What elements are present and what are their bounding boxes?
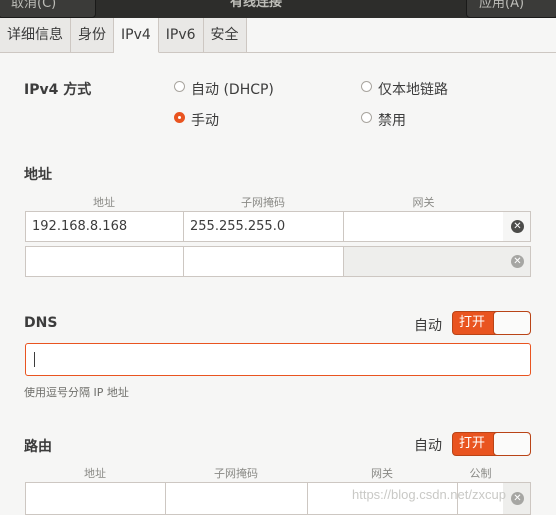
tab-security[interactable]: 安全: [203, 18, 247, 52]
cancel-button[interactable]: 取消(C): [0, 0, 96, 18]
radio-dhcp[interactable]: [174, 81, 185, 92]
switch-knob: [493, 312, 530, 334]
text-cursor: [34, 352, 35, 367]
radio-disable-label[interactable]: 禁用: [378, 110, 406, 130]
radio-manual[interactable]: [174, 112, 185, 123]
watermark: https://blog.csdn.net/zxcup: [352, 487, 506, 502]
gateway-col-header: 网关: [412, 196, 435, 209]
radio-link-local[interactable]: [361, 81, 372, 92]
header-bar: 取消(C) 有线连接 应用(A): [0, 0, 556, 18]
tab-ipv4[interactable]: IPv4: [114, 18, 159, 53]
tab-ipv6[interactable]: IPv6: [158, 18, 204, 52]
routes-auto-label: 自动: [414, 438, 442, 454]
dialog-title: 有线连接: [230, 0, 283, 10]
tab-details[interactable]: 详细信息: [0, 18, 71, 52]
netmask-col-header: 子网掩码: [241, 196, 285, 209]
address-row: 192.168.8.168 255.255.255.0: [25, 211, 504, 242]
netmask-input[interactable]: 255.255.255.0: [184, 212, 344, 241]
radio-dhcp-label[interactable]: 自动 (DHCP): [191, 79, 274, 99]
radio-disable[interactable]: [361, 112, 372, 123]
route-metric-col-header: 公制: [469, 467, 492, 480]
route-gateway-col-header: 网关: [371, 467, 393, 480]
radio-link-local-label[interactable]: 仅本地链路: [378, 79, 448, 99]
netmask-input[interactable]: [184, 247, 344, 276]
route-netmask-input[interactable]: [166, 483, 308, 514]
gateway-input[interactable]: [344, 247, 503, 276]
dns-auto-switch[interactable]: 打开: [452, 311, 531, 335]
delete-route-icon: ✕: [511, 492, 524, 505]
dns-auto-label: 自动: [414, 318, 442, 334]
ipv4-method-label: IPv4 方式: [24, 82, 92, 98]
routes-section-title: 路由: [24, 439, 52, 455]
address-col-header: 地址: [93, 196, 115, 209]
dns-hint: 使用逗号分隔 IP 地址: [24, 386, 129, 399]
route-address-input[interactable]: [26, 483, 166, 514]
dns-input[interactable]: [25, 343, 531, 376]
address-input[interactable]: 192.168.8.168: [26, 212, 184, 241]
delete-address-icon: ✕: [511, 255, 524, 268]
dns-section-title: DNS: [24, 315, 58, 331]
gateway-input[interactable]: [344, 212, 503, 241]
tab-bar: 详细信息 身份 IPv4 IPv6 安全: [0, 18, 556, 53]
route-address-col-header: 地址: [84, 467, 106, 480]
routes-auto-switch[interactable]: 打开: [452, 432, 531, 456]
routes-switch-on-label: 打开: [459, 436, 486, 451]
switch-knob: [493, 433, 530, 455]
route-netmask-col-header: 子网掩码: [214, 467, 258, 480]
address-row: [25, 246, 504, 277]
delete-address-icon[interactable]: ✕: [511, 220, 524, 233]
dns-switch-on-label: 打开: [459, 315, 486, 330]
address-input[interactable]: [26, 247, 184, 276]
tab-identity[interactable]: 身份: [71, 18, 114, 52]
apply-button[interactable]: 应用(A): [466, 0, 556, 18]
address-section-title: 地址: [24, 167, 52, 183]
radio-manual-label[interactable]: 手动: [191, 110, 219, 130]
